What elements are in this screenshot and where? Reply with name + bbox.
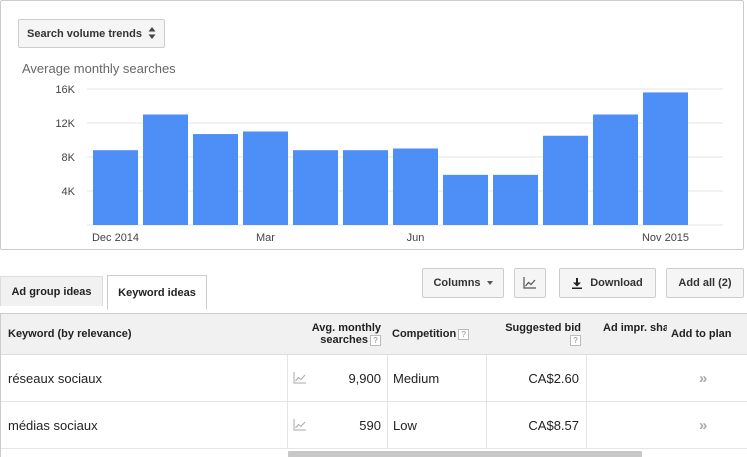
suggested-bid-cell: CA$8.57	[528, 418, 579, 433]
tab-ad-group-ideas[interactable]: Ad group ideas	[0, 276, 103, 306]
keyword-cell: réseaux sociaux	[8, 371, 102, 386]
header-ad-impr-share[interactable]: Ad impr. sha	[603, 322, 667, 334]
header-suggested-bid[interactable]: Suggested bid ?	[491, 322, 581, 346]
columns-label: Columns	[433, 277, 481, 289]
bar-jun[interactable]	[393, 148, 438, 226]
download-button[interactable]: Download	[559, 268, 656, 298]
bar-oct[interactable]	[593, 114, 638, 226]
table-row: réseaux sociaux 9,900 Medium CA$2.60 »	[1, 355, 747, 402]
add-to-plan-icon[interactable]: »	[699, 402, 707, 449]
bar-sep[interactable]	[543, 135, 588, 225]
x-tick-label: Mar	[256, 232, 275, 244]
line-chart-icon	[523, 277, 536, 289]
help-icon[interactable]: ?	[570, 334, 581, 346]
competition-cell: Low	[393, 418, 417, 433]
table-header: Keyword (by relevance) Avg. monthly sear…	[1, 314, 747, 355]
add-to-plan-icon[interactable]: »	[699, 355, 707, 402]
header-bid-label: Suggested bid	[505, 322, 581, 334]
header-keyword[interactable]: Keyword (by relevance)	[8, 328, 132, 340]
columns-button[interactable]: Columns	[422, 268, 504, 298]
chart-toggle-button[interactable]	[514, 268, 546, 298]
header-avg-monthly-searches[interactable]: Avg. monthly searches?	[301, 322, 381, 346]
tab-keyword-ideas[interactable]: Keyword ideas	[107, 275, 207, 310]
header-avg-line1: Avg. monthly	[311, 322, 381, 334]
x-tick-label: Jun	[407, 232, 425, 244]
search-volume-chart: 4K 8K 12K 16K Dec 2014 Mar Jun Nov 2015	[55, 84, 723, 244]
add-all-label: Add all (2)	[678, 277, 732, 289]
bar-jan[interactable]	[143, 114, 188, 226]
tab-label: Keyword ideas	[118, 286, 196, 299]
avg-searches-cell: 9,900	[348, 371, 381, 386]
tab-label: Ad group ideas	[11, 285, 92, 298]
header-competition[interactable]: Competition?	[392, 328, 470, 340]
help-icon[interactable]: ?	[370, 334, 381, 346]
add-all-button[interactable]: Add all (2)	[666, 268, 744, 298]
bar-nov-2015[interactable]	[643, 92, 688, 226]
y-tick-label: 4K	[62, 186, 76, 198]
bar-may[interactable]	[343, 150, 388, 225]
table-row: médias sociaux 590 Low CA$8.57 »	[1, 402, 747, 449]
avg-searches-cell: 590	[359, 418, 381, 433]
bar-jul[interactable]	[443, 174, 488, 225]
header-avg-line2: searches	[320, 334, 368, 346]
keyword-cell: médias sociaux	[8, 418, 98, 433]
bar-feb[interactable]	[193, 134, 238, 225]
y-tick-label: 8K	[62, 152, 76, 164]
competition-cell: Medium	[393, 371, 440, 386]
bar-dec-2014[interactable]	[93, 150, 138, 225]
bar-apr[interactable]	[293, 150, 338, 225]
download-label: Download	[590, 277, 643, 289]
x-tick-label: Dec 2014	[92, 232, 139, 244]
search-volume-panel: Search volume trends Average monthly sea…	[0, 0, 744, 250]
y-tick-label: 12K	[55, 118, 75, 130]
y-tick-label: 16K	[55, 84, 75, 96]
bar-mar[interactable]	[243, 131, 288, 226]
keyword-table: Keyword (by relevance) Avg. monthly sear…	[0, 313, 747, 457]
bar-aug[interactable]	[493, 174, 538, 225]
caret-down-icon	[486, 281, 493, 285]
horizontal-scrollbar[interactable]	[288, 451, 642, 457]
suggested-bid-cell: CA$2.60	[528, 371, 579, 386]
header-add-to-plan: Add to plan	[671, 328, 732, 340]
tabs-toolbar: Ad group ideas Keyword ideas Columns Dow…	[0, 268, 747, 314]
header-competition-label: Competition	[392, 328, 457, 340]
download-icon	[572, 277, 583, 289]
x-tick-label: Nov 2015	[642, 232, 689, 244]
help-icon[interactable]: ?	[458, 328, 470, 340]
